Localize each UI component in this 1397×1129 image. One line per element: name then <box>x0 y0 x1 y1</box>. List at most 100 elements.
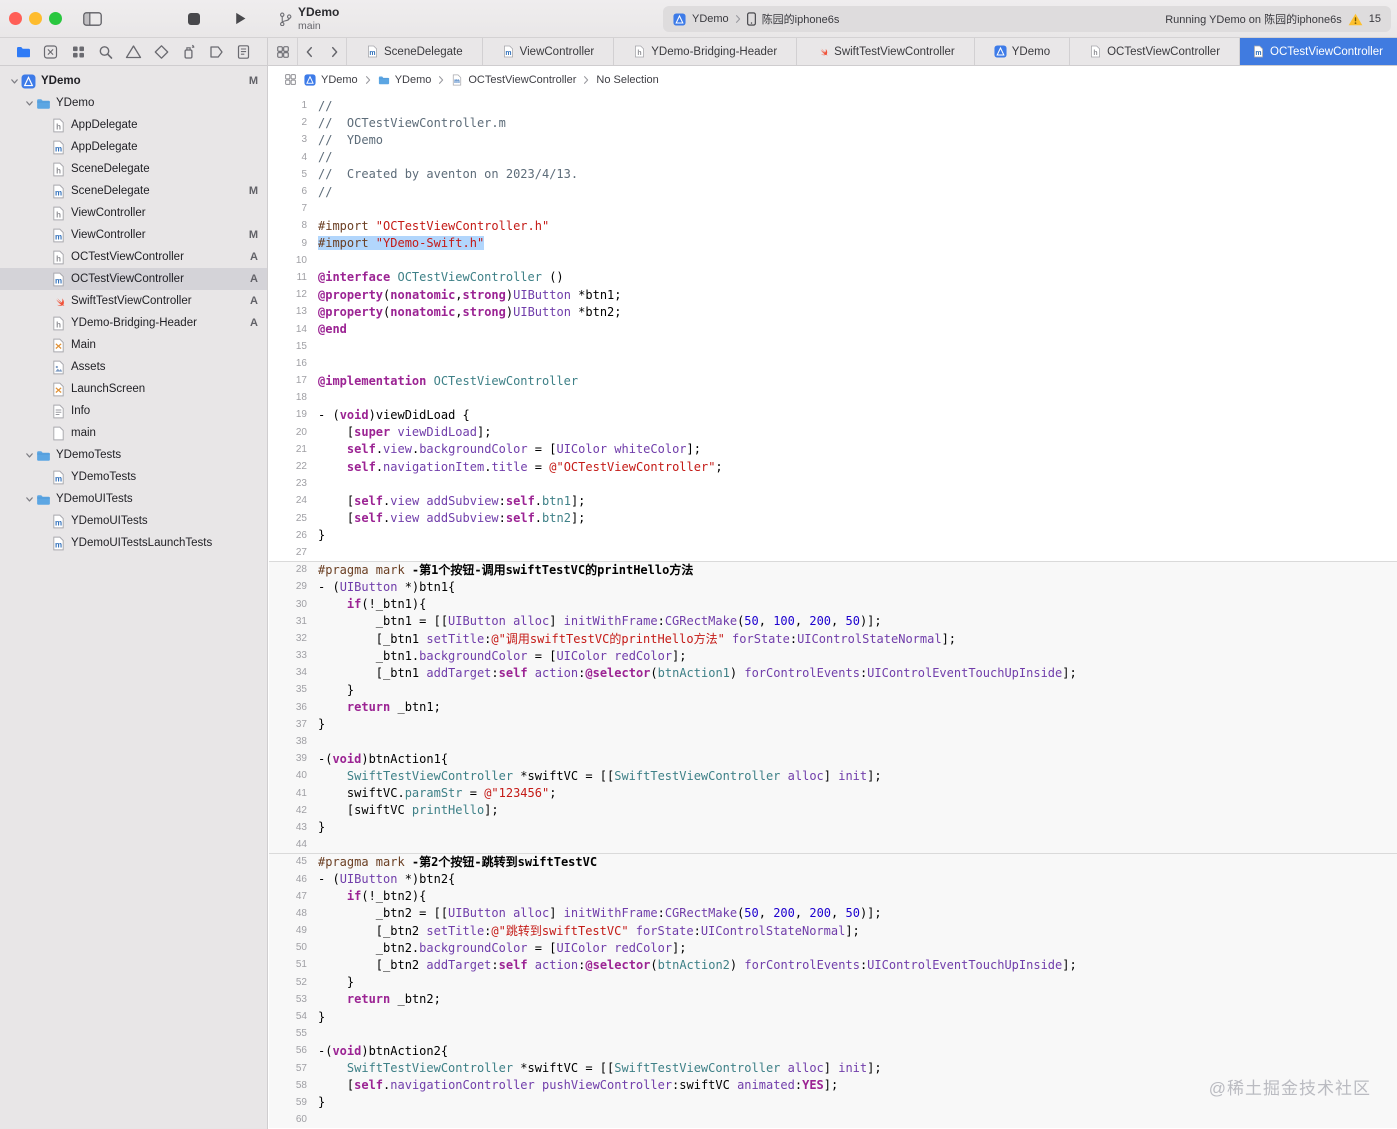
forward-button[interactable] <box>322 38 346 65</box>
line-number[interactable]: 35 <box>269 684 307 695</box>
line-number[interactable]: 59 <box>269 1097 307 1108</box>
line-number[interactable]: 23 <box>269 478 307 489</box>
test-navigator-icon[interactable] <box>153 44 170 60</box>
debug-navigator-icon[interactable] <box>180 44 197 60</box>
code-line[interactable]: 24 [self.view addSubview:self.btn1]; <box>269 492 1397 509</box>
line-number[interactable]: 24 <box>269 495 307 506</box>
sidebar-item-scenedelegate-h[interactable]: h SceneDelegate <box>0 158 267 180</box>
line-number[interactable]: 31 <box>269 616 307 627</box>
line-number[interactable]: 12 <box>269 289 307 300</box>
code-line[interactable]: 20 [super viewDidLoad]; <box>269 424 1397 441</box>
line-number[interactable]: 18 <box>269 392 307 403</box>
code-line[interactable]: 60 <box>269 1111 1397 1129</box>
code-line[interactable]: 25 [self.view addSubview:self.btn2]; <box>269 510 1397 527</box>
code-line[interactable]: 4 // <box>269 149 1397 166</box>
line-number[interactable]: 38 <box>269 736 307 747</box>
code-line[interactable]: 53 return _btn2; <box>269 990 1397 1008</box>
code-line[interactable]: 43} <box>269 818 1397 837</box>
code-line[interactable]: 14 @end <box>269 320 1397 337</box>
line-number[interactable]: 4 <box>269 152 307 163</box>
code-line[interactable]: 41 swiftVC.paramStr = @"123456"; <box>269 784 1397 802</box>
sidebar-item-assets-assets[interactable]: Assets <box>0 356 267 378</box>
find-navigator-icon[interactable] <box>97 44 114 60</box>
code-line[interactable]: 9 #import "YDemo-Swift.h" <box>269 235 1397 252</box>
activity-view[interactable]: YDemo 陈园的iphone6s Running YDemo on 陈园的ip… <box>663 6 1391 32</box>
sidebar-item-ydemo-project[interactable]: YDemo M <box>0 70 267 92</box>
source-control-navigator-icon[interactable] <box>42 44 59 60</box>
line-number[interactable]: 9 <box>269 238 307 249</box>
code-line[interactable]: 56 -(void)btnAction2{ <box>269 1042 1397 1060</box>
line-number[interactable]: 8 <box>269 220 307 231</box>
breadcrumb-ydemo[interactable]: YDemo <box>378 74 431 86</box>
disclosure-icon[interactable] <box>8 75 21 88</box>
line-number[interactable]: 13 <box>269 306 307 317</box>
sidebar-item-ydemotests-m[interactable]: m YDemoTests <box>0 466 267 488</box>
toggle-navigator-button[interactable] <box>83 12 102 26</box>
sidebar-item-launchscreen-storyboard[interactable]: LaunchScreen <box>0 378 267 400</box>
code-editor[interactable]: 1 // 2 // OCTestViewController.m 3 // YDemo 4 /… <box>269 93 1397 1129</box>
line-number[interactable]: 22 <box>269 461 307 472</box>
breadcrumb-ydemo[interactable]: YDemo <box>304 74 358 86</box>
breadcrumb-no-selection[interactable]: No Selection <box>596 74 658 86</box>
line-number[interactable]: 46 <box>269 874 307 885</box>
code-line[interactable]: 42 [swiftVC printHello]; <box>269 801 1397 819</box>
line-number[interactable]: 11 <box>269 272 307 283</box>
line-number[interactable]: 27 <box>269 547 307 558</box>
line-number[interactable]: 20 <box>269 427 307 438</box>
code-line[interactable]: 30 if(!_btn1){ <box>269 595 1397 613</box>
code-line[interactable]: 15 <box>269 338 1397 355</box>
sidebar-item-swifttestviewcontroller-swift[interactable]: SwiftTestViewController A <box>0 290 267 312</box>
line-number[interactable]: 58 <box>269 1080 307 1091</box>
tab-ydemo-bridging-header-h[interactable]: h YDemo-Bridging-Header <box>614 38 798 65</box>
line-number[interactable]: 55 <box>269 1028 307 1039</box>
line-number[interactable]: 36 <box>269 702 307 713</box>
sidebar-item-ydemouitests-m[interactable]: m YDemoUITests <box>0 510 267 532</box>
line-number[interactable]: 49 <box>269 925 307 936</box>
code-line[interactable]: 47 if(!_btn2){ <box>269 887 1397 905</box>
code-line[interactable]: 13 @property(nonatomic,strong)UIButton *b… <box>269 303 1397 320</box>
issue-navigator-icon[interactable] <box>125 44 142 60</box>
code-line[interactable]: 3 // YDemo <box>269 131 1397 148</box>
code-line[interactable]: 11 @interface OCTestViewController () <box>269 269 1397 286</box>
run-button[interactable] <box>233 11 248 26</box>
line-number[interactable]: 21 <box>269 444 307 455</box>
code-line[interactable]: 40 SwiftTestViewController *swiftVC = [[… <box>269 767 1397 785</box>
line-number[interactable]: 15 <box>269 341 307 352</box>
line-number[interactable]: 42 <box>269 805 307 816</box>
sidebar-item-octestviewcontroller-m[interactable]: m OCTestViewController A <box>0 268 267 290</box>
line-number[interactable]: 57 <box>269 1063 307 1074</box>
code-line[interactable]: 33 _btn1.backgroundColor = [UIColor redC… <box>269 647 1397 665</box>
line-number[interactable]: 34 <box>269 667 307 678</box>
line-number[interactable]: 56 <box>269 1045 307 1056</box>
disclosure-icon[interactable] <box>23 493 36 506</box>
sidebar-item-appdelegate-h[interactable]: h AppDelegate <box>0 114 267 136</box>
related-items-icon[interactable] <box>284 73 297 86</box>
code-line[interactable]: 34 [_btn1 addTarget:self action:@selecto… <box>269 664 1397 682</box>
code-line[interactable]: 23 <box>269 475 1397 492</box>
code-line[interactable]: 5 // Created by aventon on 2023/4/13. <box>269 166 1397 183</box>
line-number[interactable]: 28 <box>269 564 307 575</box>
minimize-window-button[interactable] <box>29 12 42 25</box>
code-line[interactable]: 22 self.navigationItem.title = @"OCTestV… <box>269 458 1397 475</box>
line-number[interactable]: 30 <box>269 599 307 610</box>
code-line[interactable]: 36 return _btn1; <box>269 698 1397 716</box>
code-line[interactable]: 48 _btn2 = [[UIButton alloc] initWithFra… <box>269 904 1397 922</box>
line-number[interactable]: 54 <box>269 1011 307 1022</box>
line-number[interactable]: 5 <box>269 169 307 180</box>
sidebar-item-ydemo-bridging-header-h[interactable]: h YDemo-Bridging-Header A <box>0 312 267 334</box>
zoom-window-button[interactable] <box>49 12 62 25</box>
sidebar-item-ydemo-folder[interactable]: YDemo <box>0 92 267 114</box>
code-line[interactable]: 45 #pragma mark -第2个按钮-跳转到swiftTestVC <box>269 853 1397 871</box>
sidebar-item-viewcontroller-m[interactable]: m ViewController M <box>0 224 267 246</box>
line-number[interactable]: 37 <box>269 719 307 730</box>
line-number[interactable]: 19 <box>269 409 307 420</box>
line-number[interactable]: 33 <box>269 650 307 661</box>
tab-octestviewcontroller-m[interactable]: m OCTestViewController <box>1240 38 1397 65</box>
line-number[interactable]: 51 <box>269 959 307 970</box>
sidebar-item-ydemouitestslaunchtests-m[interactable]: m YDemoUITestsLaunchTests <box>0 532 267 554</box>
sidebar-item-ydemotests-folder[interactable]: YDemoTests <box>0 444 267 466</box>
back-button[interactable] <box>298 38 322 65</box>
code-line[interactable]: 26} <box>269 527 1397 544</box>
line-number[interactable]: 47 <box>269 891 307 902</box>
code-line[interactable]: 37} <box>269 715 1397 733</box>
